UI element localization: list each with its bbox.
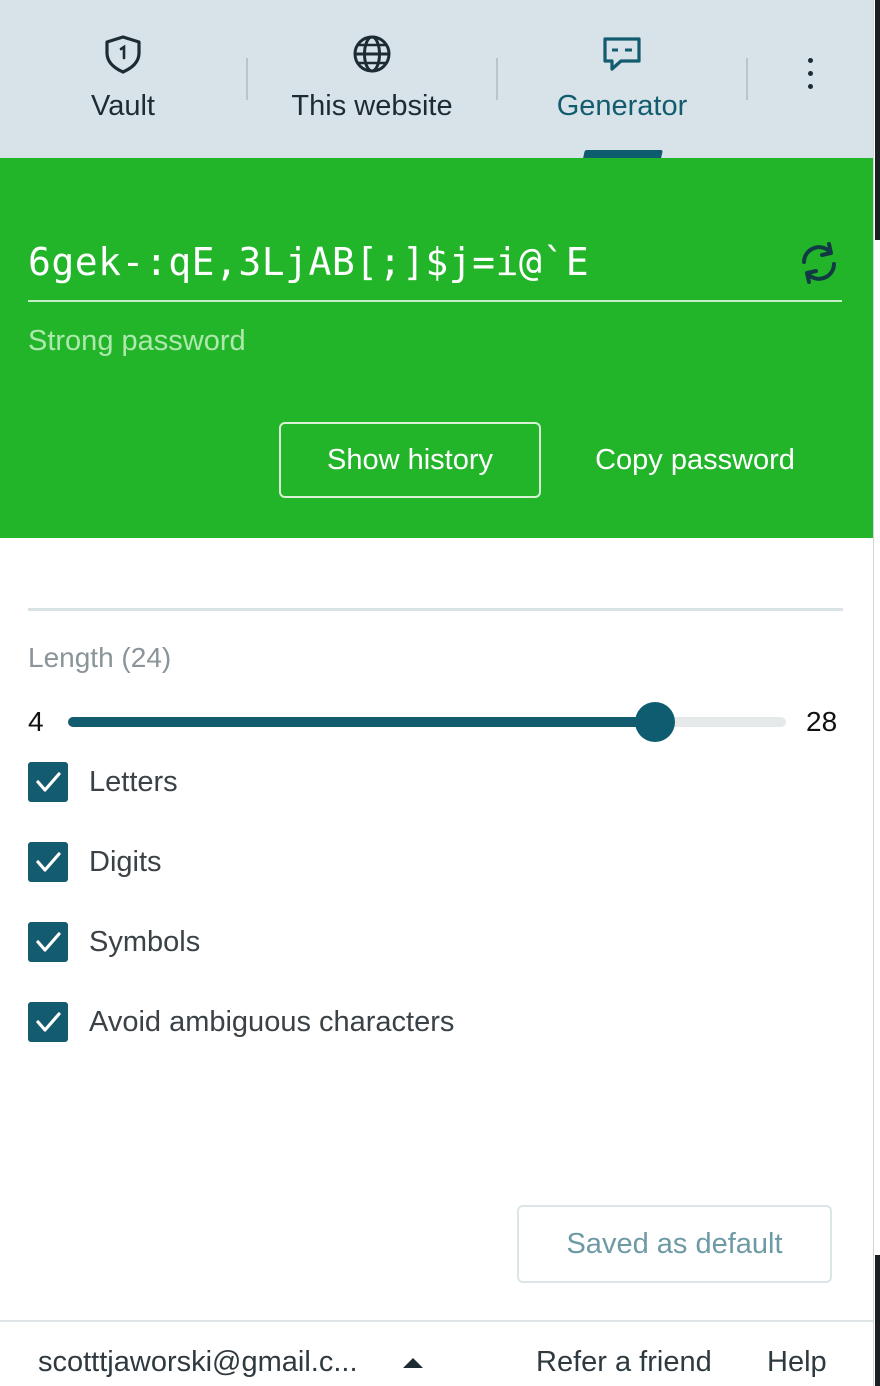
window-edge [873, 0, 880, 1386]
option-symbols[interactable]: Symbols [28, 922, 200, 962]
tab-label: This website [291, 90, 453, 122]
length-min: 4 [28, 706, 44, 737]
generated-password-field[interactable]: 6gek-:qE,3LjAB[;]$j=i@`E [28, 238, 842, 302]
refresh-icon[interactable] [796, 240, 842, 286]
length-slider[interactable] [68, 702, 786, 742]
copy-password-button[interactable]: Copy password [570, 422, 820, 498]
length-label: Length (24) [28, 642, 172, 673]
tab-generator[interactable]: Generator [498, 0, 746, 158]
password-generator-panel: 6gek-:qE,3LjAB[;]$j=i@`E Strong password… [0, 158, 873, 538]
refer-a-friend-link[interactable]: Refer a friend [536, 1346, 712, 1379]
help-link[interactable]: Help [767, 1346, 827, 1379]
footer-divider [0, 1320, 873, 1322]
tab-label: Vault [91, 90, 155, 122]
checkbox[interactable] [28, 842, 68, 882]
option-label: Digits [89, 845, 162, 878]
active-tab-indicator [583, 150, 663, 158]
password-strength: Strong password [28, 325, 246, 357]
slider-fill [68, 717, 655, 727]
tab-separator [746, 58, 748, 100]
kebab-menu-icon[interactable] [790, 52, 830, 96]
top-tab-bar: Vault This website Generator [0, 0, 873, 158]
option-label: Letters [89, 765, 178, 798]
option-label: Avoid ambiguous characters [89, 1005, 455, 1038]
tab-label: Generator [556, 90, 688, 122]
tab-vault[interactable]: Vault [0, 0, 246, 158]
show-history-button[interactable]: Show history [279, 422, 541, 498]
generated-password[interactable]: 6gek-:qE,3LjAB[;]$j=i@`E [28, 240, 589, 284]
caret-up-icon[interactable] [403, 1358, 423, 1368]
tab-this-website[interactable]: This website [248, 0, 496, 158]
saved-as-default-button[interactable]: Saved as default [517, 1205, 832, 1283]
option-digits[interactable]: Digits [28, 842, 162, 882]
shield-icon [102, 33, 144, 75]
section-divider [28, 608, 843, 611]
length-max: 28 [806, 706, 838, 737]
chat-icon [601, 33, 643, 75]
option-label: Symbols [89, 925, 201, 958]
option-avoid-ambiguous[interactable]: Avoid ambiguous characters [28, 1002, 454, 1042]
checkbox[interactable] [28, 922, 68, 962]
slider-thumb[interactable] [635, 702, 675, 742]
option-letters[interactable]: Letters [28, 762, 178, 802]
checkbox[interactable] [28, 1002, 68, 1042]
account-email[interactable]: scotttjaworski@gmail.c... [38, 1346, 358, 1379]
checkbox[interactable] [28, 762, 68, 802]
globe-icon [351, 33, 393, 75]
